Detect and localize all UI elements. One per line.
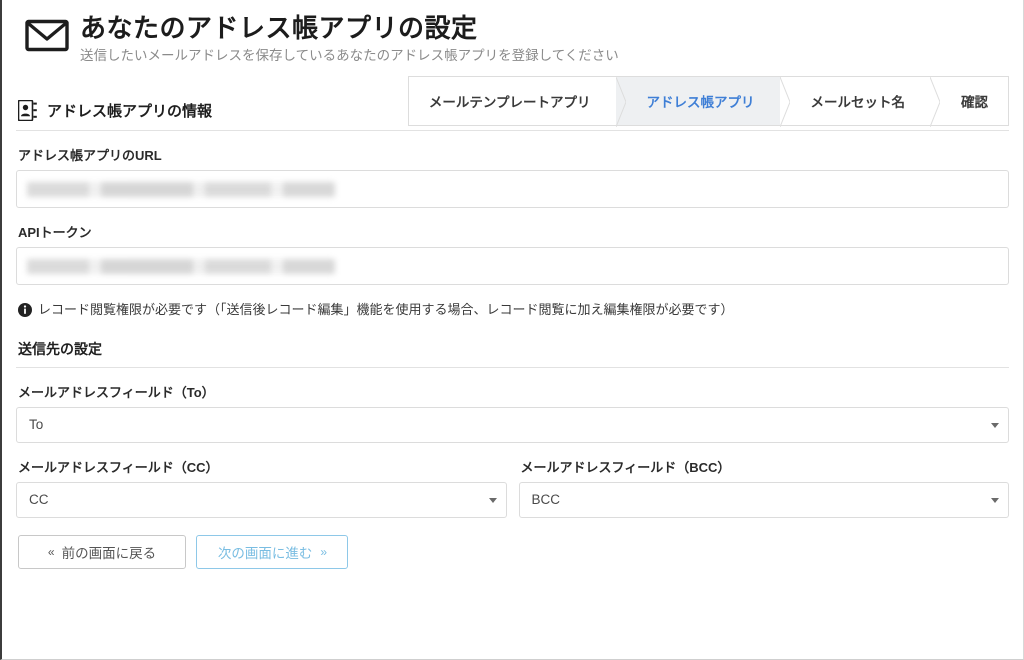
chevron-down-icon <box>991 497 999 503</box>
info-icon <box>18 303 32 317</box>
to-field-label: メールアドレスフィールド（To） <box>18 384 215 400</box>
url-field-label: アドレス帳アプリのURL <box>18 148 162 163</box>
redacted-url-value <box>27 181 335 197</box>
cc-bcc-select-row: CC BCC <box>16 481 1009 518</box>
back-button-label: 前の画面に戻る <box>61 545 157 561</box>
bcc-select-value: BCC <box>531 492 561 508</box>
double-chevron-left-icon: « <box>47 544 55 559</box>
page-header: あなたのアドレス帳アプリの設定 送信したいメールアドレスを保存しているあなたのア… <box>16 0 1009 78</box>
bcc-field-label: メールアドレスフィールド（BCC） <box>520 459 731 475</box>
cc-select-value: CC <box>29 492 49 508</box>
header-text: あなたのアドレス帳アプリの設定 送信したいメールアドレスを保存しているあなたのア… <box>80 13 1009 65</box>
chevron-down-icon <box>488 497 497 503</box>
permission-notice: レコード閲覧権限が必要です（「送信後レコード編集」機能を使用する場合、レコード閲… <box>18 301 1009 319</box>
section-title: アドレス帳アプリの情報 <box>47 103 213 120</box>
step-mail-template-app[interactable]: メールテンプレートアプリ <box>408 76 627 128</box>
api-token-input[interactable] <box>16 247 1009 285</box>
envelope-icon <box>24 18 70 52</box>
next-button-label: 次の画面に進む <box>217 545 313 561</box>
cc-field-label: メールアドレスフィールド（CC） <box>18 459 219 475</box>
url-input[interactable] <box>16 170 1009 208</box>
double-chevron-right-icon: » <box>320 544 327 559</box>
address-book-icon <box>17 99 38 122</box>
section-divider <box>16 130 1009 131</box>
back-button[interactable]: « 前の画面に戻る <box>18 534 186 569</box>
step-address-book-app[interactable]: アドレス帳アプリ <box>616 76 791 128</box>
step-label: アドレス帳アプリ <box>646 95 755 110</box>
step-label: メールテンプレートアプリ <box>428 95 591 110</box>
cc-bcc-label-row: メールアドレスフィールド（CC） メールアドレスフィールド（BCC） <box>16 443 1009 482</box>
wizard-button-row: « 前の画面に戻る 次の画面に進む » <box>18 534 1009 569</box>
bcc-select[interactable]: BCC <box>518 481 1009 518</box>
settings-page: あなたのアドレス帳アプリの設定 送信したいメールアドレスを保存しているあなたのア… <box>0 0 1024 660</box>
chevron-down-icon <box>991 422 999 428</box>
redacted-token-value <box>27 258 335 274</box>
step-label: 確認 <box>961 95 988 110</box>
destination-divider <box>16 366 1009 368</box>
step-label: メールセット名 <box>810 95 906 110</box>
api-token-field-label: APIトークン <box>18 225 92 240</box>
step-confirm[interactable]: 確認 <box>931 77 1008 125</box>
destination-section-title: 送信先の設定 <box>18 340 102 357</box>
page-subtitle: 送信したいメールアドレスを保存しているあなたのアドレス帳アプリを登録してください <box>80 48 619 64</box>
next-button[interactable]: 次の画面に進む » <box>196 534 348 569</box>
to-select-value: To <box>29 417 44 433</box>
page-title: あなたのアドレス帳アプリの設定 <box>80 13 478 43</box>
step-mail-set-name[interactable]: メールセット名 <box>780 76 941 128</box>
to-select[interactable]: To <box>16 406 1009 443</box>
cc-select[interactable]: CC <box>16 481 507 518</box>
permission-notice-text: レコード閲覧権限が必要です（「送信後レコード編集」機能を使用する場合、レコード閲… <box>38 302 734 317</box>
step-breadcrumb: メールテンプレートアプリ アドレス帳アプリ メールセット名 確認 <box>407 76 1009 128</box>
